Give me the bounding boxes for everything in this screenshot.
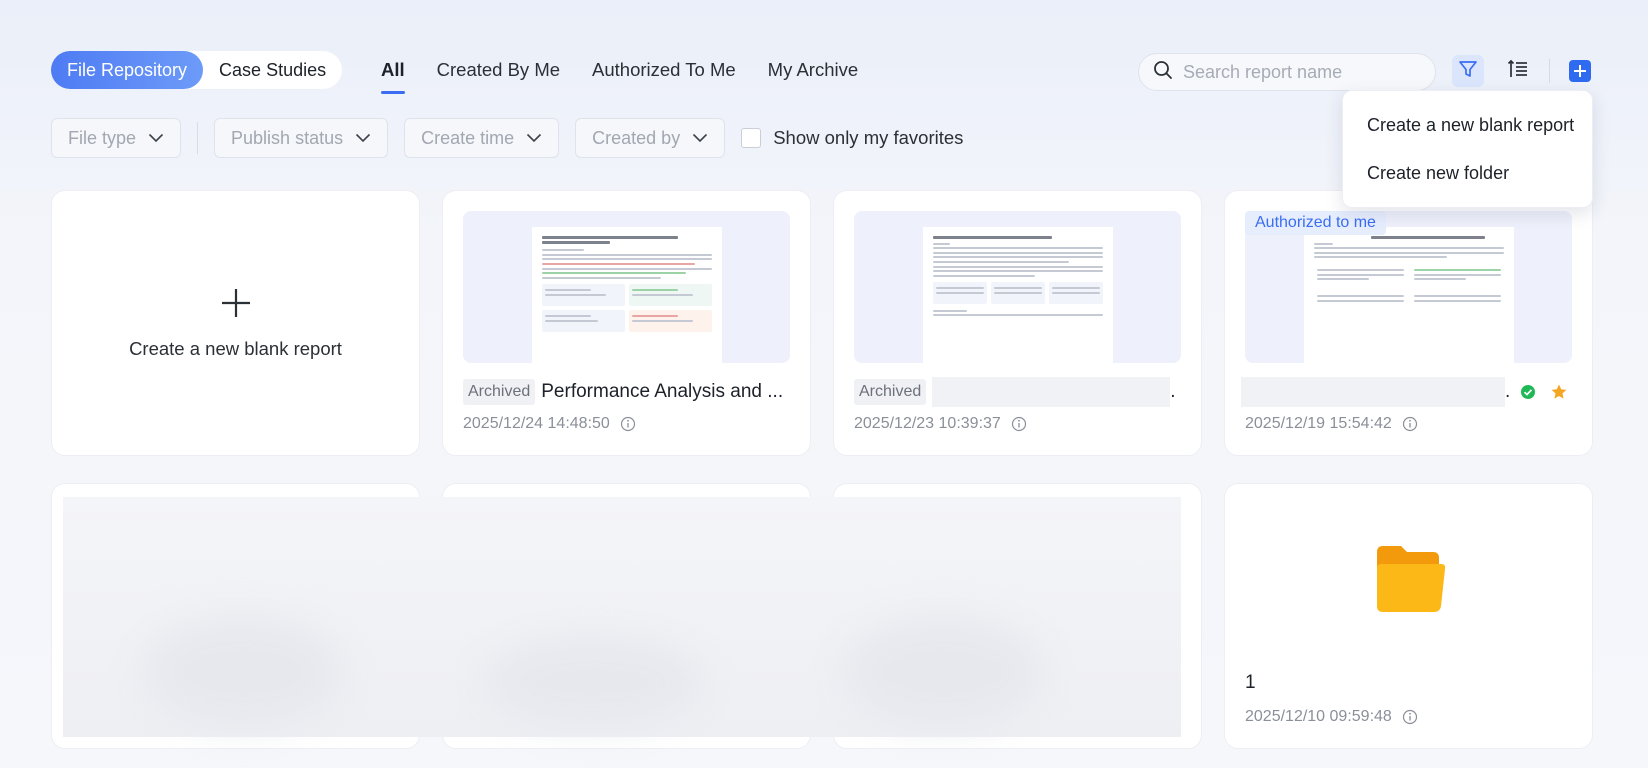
file-type-label: File type xyxy=(68,127,137,148)
tab-authorized-to-me[interactable]: Authorized To Me xyxy=(592,49,736,93)
sort-button[interactable] xyxy=(1502,55,1534,87)
plus-icon xyxy=(220,287,252,324)
favorites-checkbox[interactable] xyxy=(741,128,762,148)
publish-status-label: Publish status xyxy=(231,127,344,148)
search-box xyxy=(1138,53,1436,91)
search-input[interactable] xyxy=(1183,61,1413,83)
segment-case-studies[interactable]: Case Studies xyxy=(203,51,342,89)
report-date: 2025/12/19 15:54:42 xyxy=(1245,415,1392,432)
chevron-down-icon xyxy=(527,133,542,143)
folder-title: 1 xyxy=(1245,672,1256,693)
report-title: . xyxy=(1170,381,1176,402)
star-icon[interactable] xyxy=(1550,383,1568,401)
create-time-label: Create time xyxy=(421,127,515,148)
archived-badge: Archived xyxy=(463,379,536,405)
authorized-tag: Authorized to me xyxy=(1245,211,1386,235)
redacted-title xyxy=(1241,377,1505,407)
menu-item-new-blank-report[interactable]: Create a new blank report xyxy=(1343,101,1592,149)
plus-icon xyxy=(1569,60,1591,82)
tab-my-archive[interactable]: My Archive xyxy=(768,49,858,93)
favorites-label: Show only my favorites xyxy=(773,127,964,148)
chevron-down-icon xyxy=(148,133,164,143)
tab-all[interactable]: All xyxy=(381,49,405,94)
redacted-title xyxy=(932,377,1171,407)
folder-icon xyxy=(1375,544,1447,619)
folder-card[interactable]: 1 2025/12/10 09:59:48 xyxy=(1224,483,1593,749)
report-card[interactable]: Archived . 2025/12/23 10:39:37 xyxy=(833,190,1202,456)
info-icon[interactable] xyxy=(1402,416,1418,432)
create-button[interactable] xyxy=(1564,55,1596,87)
new-report-card[interactable]: Create a new blank report xyxy=(51,190,420,456)
top-bar: File Repository Case Studies All Created… xyxy=(51,49,1608,94)
create-time-dropdown[interactable]: Create time xyxy=(404,118,560,158)
created-by-label: Created by xyxy=(592,127,681,148)
tab-created-by-me[interactable]: Created By Me xyxy=(437,49,560,93)
segment-file-repository[interactable]: File Repository xyxy=(51,51,204,89)
created-by-dropdown[interactable]: Created by xyxy=(575,118,726,158)
report-date: 2025/12/23 10:39:37 xyxy=(854,415,1001,432)
report-card[interactable]: Authorized to me . 2025/12/19 15:54:42 xyxy=(1224,190,1593,456)
published-check-icon xyxy=(1521,385,1536,399)
info-icon[interactable] xyxy=(1402,709,1418,725)
info-icon[interactable] xyxy=(620,416,636,432)
create-menu: Create a new blank report Create new fol… xyxy=(1342,90,1593,208)
report-thumbnail xyxy=(854,211,1181,363)
sort-icon xyxy=(1507,58,1529,85)
chevron-down-icon xyxy=(356,133,371,143)
toolbar-divider xyxy=(1549,59,1550,83)
search-icon xyxy=(1153,60,1173,85)
report-title: . xyxy=(1505,381,1511,402)
filter-icon xyxy=(1457,58,1479,85)
folder-date: 2025/12/10 09:59:48 xyxy=(1245,708,1392,725)
filter-divider xyxy=(197,122,199,154)
report-card[interactable]: Archived Performance Analysis and ... 20… xyxy=(442,190,811,456)
report-title: Performance Analysis and ... xyxy=(541,381,784,402)
report-date: 2025/12/24 14:48:50 xyxy=(463,415,610,432)
tab-bar: All Created By Me Authorized To Me My Ar… xyxy=(381,49,890,94)
filter-button[interactable] xyxy=(1452,55,1484,87)
filter-bar: File type Publish status Create time Cre… xyxy=(51,118,963,158)
favorites-toggle[interactable]: Show only my favorites xyxy=(741,127,963,149)
new-report-label: Create a new blank report xyxy=(129,337,342,359)
menu-item-new-folder[interactable]: Create new folder xyxy=(1343,149,1592,197)
redacted-area xyxy=(63,497,1181,737)
publish-status-dropdown[interactable]: Publish status xyxy=(214,118,389,158)
repository-switch: File Repository Case Studies xyxy=(51,51,343,89)
chevron-down-icon xyxy=(693,133,708,143)
file-type-dropdown[interactable]: File type xyxy=(51,118,182,158)
archived-badge: Archived xyxy=(854,379,927,405)
info-icon[interactable] xyxy=(1011,416,1027,432)
report-thumbnail xyxy=(463,211,790,363)
